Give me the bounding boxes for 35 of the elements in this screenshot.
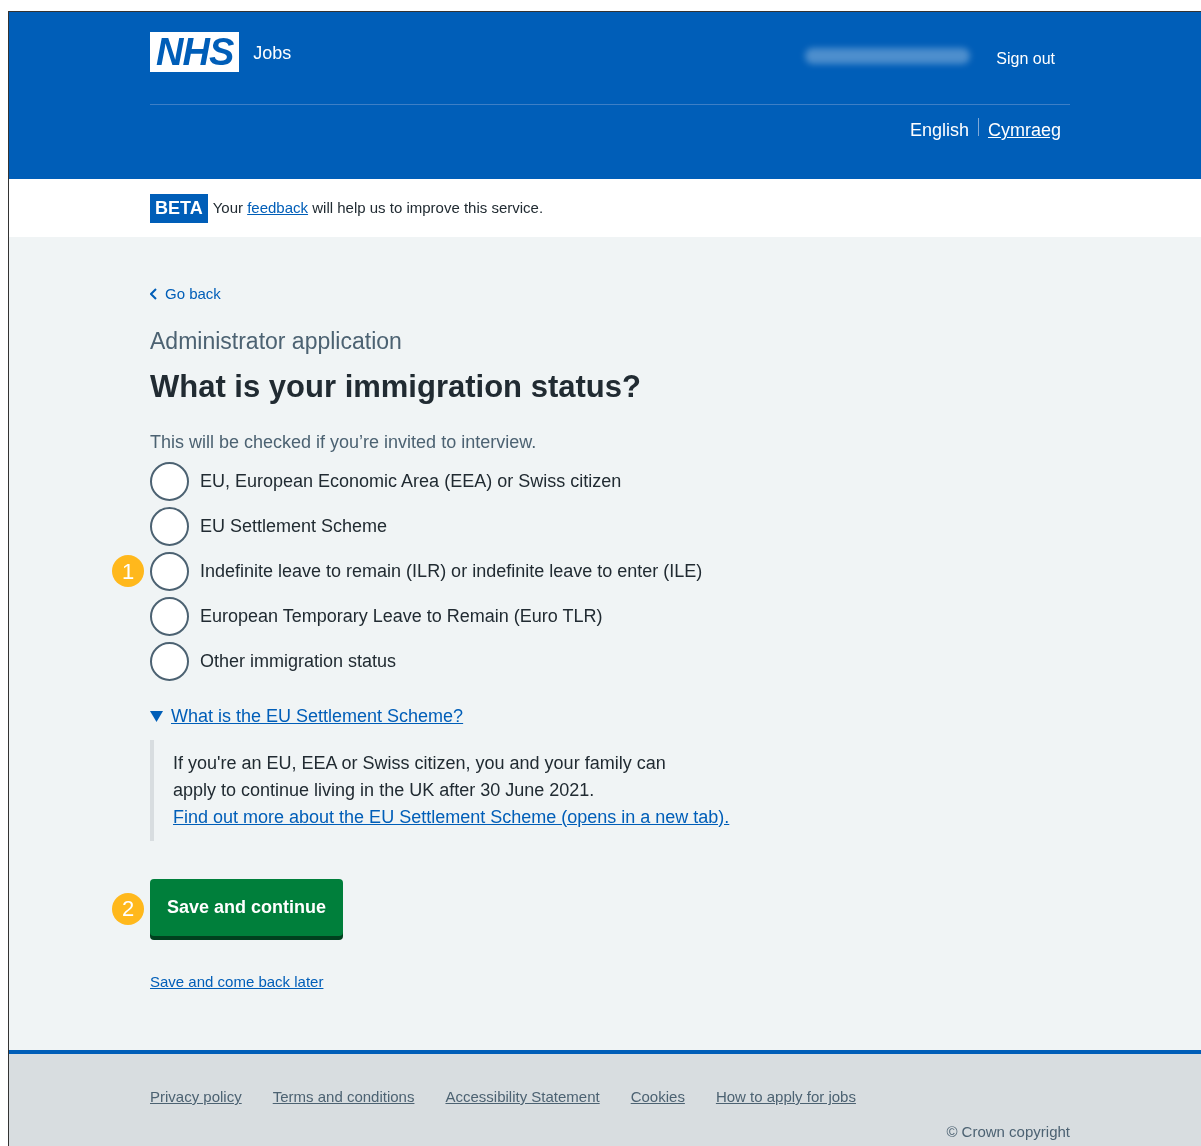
footer-link[interactable]: Privacy policy	[150, 1086, 242, 1109]
radio-label[interactable]: EU, European Economic Area (EEA) or Swiss citizen	[200, 467, 622, 495]
save-and-come-back-later-link[interactable]: Save and come back later	[150, 970, 324, 993]
footer-link[interactable]: Terms and conditions	[272, 1086, 415, 1109]
radio-label[interactable]: EU Settlement Scheme	[200, 512, 388, 540]
language-link[interactable]: English	[909, 117, 969, 144]
page-heading: What is your immigration status?	[150, 368, 642, 406]
language-link[interactable]: Cymraeg	[987, 117, 1061, 144]
radio-label[interactable]: Other immigration status	[200, 647, 397, 675]
back-link[interactable]: Go back	[150, 283, 1201, 306]
chevron-left-icon	[150, 288, 158, 301]
nhs-logo[interactable]: NHS	[150, 32, 240, 72]
details-text: If you're an EU, EEA or Swiss citizen, you and your family can apply to continue living in the UK after 30 June 2021.	[173, 751, 667, 802]
copyright-text: © Crown copyright	[946, 1121, 1070, 1142]
radio-button[interactable]	[150, 506, 189, 546]
beta-message: Your feedback will help us to improve this service.	[212, 197, 544, 218]
radio-label[interactable]: European Temporary Leave to Remain (Euro TLR)	[200, 602, 603, 630]
beta-tag: BETA	[150, 193, 208, 223]
annotation-badge: 1	[112, 555, 144, 587]
footer-link[interactable]: Cookies	[630, 1086, 685, 1109]
service-name: Jobs	[253, 42, 292, 65]
footer-link[interactable]: How to apply for jobs	[715, 1086, 856, 1109]
settlement-scheme-link[interactable]: Find out more about the EU Settlement Scheme (opens in a new tab).	[173, 803, 730, 831]
radio-button[interactable]	[150, 461, 189, 501]
page-caption: Administrator application	[150, 326, 403, 356]
annotation-badge: 2	[112, 892, 144, 925]
footer-link[interactable]: Accessibility Statement	[445, 1086, 600, 1109]
radio-button[interactable]	[150, 551, 189, 591]
radio-label[interactable]: Indefinite leave to remain (ILR) or indefinite leave to enter (ILE)	[200, 557, 703, 585]
radio-button[interactable]	[150, 641, 189, 681]
sign-out-link[interactable]: Sign out	[996, 47, 1055, 71]
hint-text: This will be checked if you’re invited to interview.	[150, 430, 538, 454]
radio-button[interactable]	[150, 596, 189, 636]
feedback-link[interactable]: feedback	[247, 198, 309, 216]
details-summary-link[interactable]: What is the EU Settlement Scheme?	[171, 702, 464, 730]
